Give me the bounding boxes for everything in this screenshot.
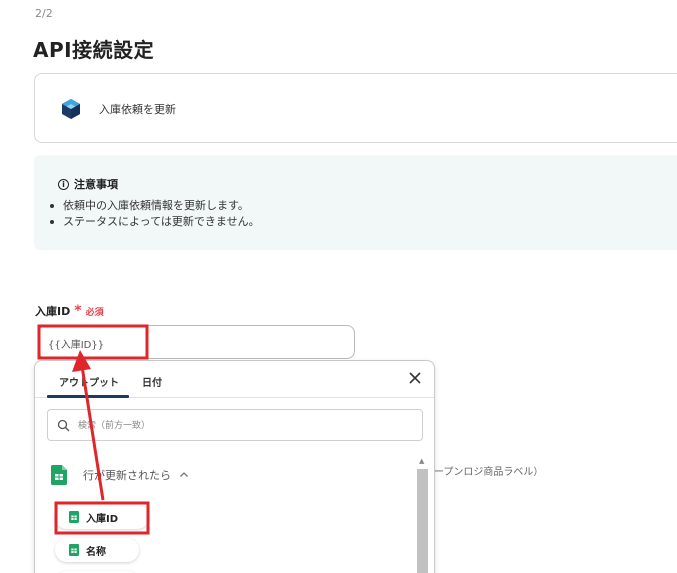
active-tab-indicator xyxy=(47,395,129,398)
step-indicator: 2/2 xyxy=(35,7,53,20)
search-icon xyxy=(57,419,70,432)
trigger-group-header[interactable]: 行が更新されたら xyxy=(51,465,189,485)
search-field[interactable] xyxy=(47,409,423,441)
notice-title: 注意事項 xyxy=(74,178,118,191)
google-sheets-icon xyxy=(51,465,67,485)
required-label: 必須 xyxy=(85,307,104,318)
search-input[interactable] xyxy=(78,418,378,433)
notice-item: 依頼中の入庫依頼情報を更新します。 xyxy=(50,198,260,214)
group-title: 行が更新されたら xyxy=(83,469,171,482)
picker-tabs: アウトプット 日付 xyxy=(35,361,434,398)
notice-item: ステータスによっては更新できません。 xyxy=(50,214,260,230)
google-sheets-icon xyxy=(69,511,79,523)
scrollbar-thumb[interactable] xyxy=(417,469,428,573)
google-sheets-icon xyxy=(69,544,79,556)
action-card[interactable]: 入庫依頼を更新 xyxy=(34,73,677,143)
tab-date[interactable]: 日付 xyxy=(142,374,162,389)
scrollbar[interactable]: ▲ xyxy=(417,457,428,573)
notice-heading: i 注意事項 xyxy=(58,176,118,192)
notice-list: 依頼中の入庫依頼情報を更新します。 ステータスによっては更新できません。 xyxy=(50,198,260,230)
output-picker-panel: アウトプット 日付 行が更新されたら ▲ xyxy=(34,360,435,573)
scroll-up-icon[interactable]: ▲ xyxy=(419,457,424,465)
info-icon: i xyxy=(58,178,69,190)
action-label: 入庫依頼を更新 xyxy=(99,103,176,116)
notice-box: i 注意事項 依頼中の入庫依頼情報を更新します。 ステータスによっては更新できま… xyxy=(34,155,677,250)
tab-output[interactable]: アウトプット xyxy=(59,374,119,389)
openlogi-logo-icon xyxy=(62,99,80,119)
inbound-id-input[interactable]: {{入庫ID}} xyxy=(38,325,355,359)
output-item-label: 入庫ID xyxy=(86,513,119,525)
field-label-row: 入庫ID * 必須 xyxy=(35,303,104,319)
close-icon[interactable] xyxy=(407,370,423,386)
output-item-label: 名称 xyxy=(86,546,106,558)
output-item-name[interactable]: 名称 xyxy=(55,538,139,562)
output-item-inbound-id[interactable]: 入庫ID xyxy=(55,505,149,529)
field-label: 入庫ID xyxy=(35,305,71,318)
required-asterisk-icon: * xyxy=(74,303,82,319)
page-title: API接続設定 xyxy=(33,38,155,62)
chevron-up-icon[interactable] xyxy=(179,470,189,480)
hidden-field-hint: ープンロジ商品ラベル） xyxy=(434,467,544,478)
